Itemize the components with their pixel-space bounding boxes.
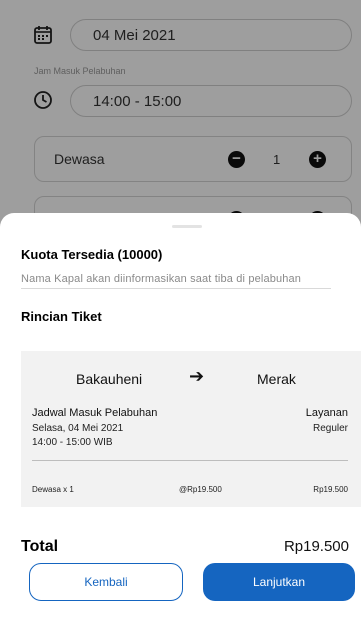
sheet-drag-handle[interactable]: [172, 225, 202, 228]
schedule-time: 14:00 - 15:00 WIB: [32, 437, 113, 448]
total-value: Rp19.500: [283, 538, 349, 555]
destination-port: Merak: [257, 371, 296, 387]
ticket-divider: [32, 460, 348, 461]
ticket-card: Bakauheni ➔ Merak Jadwal Masuk Pelabuhan…: [21, 351, 361, 507]
continue-button[interactable]: Lanjutkan: [203, 563, 355, 601]
line-total: Rp19.500: [313, 485, 348, 494]
service-value: Reguler: [312, 423, 348, 434]
back-button[interactable]: Kembali: [29, 563, 183, 601]
divider: [21, 288, 331, 289]
schedule-label: Jadwal Masuk Pelabuhan: [32, 407, 158, 419]
ship-info-text: Nama Kapal akan diinformasikan saat tiba…: [21, 273, 302, 285]
ticket-summary-sheet: Kuota Tersedia (10000) Nama Kapal akan d…: [0, 213, 361, 624]
unit-price: @Rp19.500: [179, 485, 222, 494]
total-label: Total: [21, 538, 59, 555]
ticket-details-title: Rincian Tiket: [21, 309, 102, 324]
back-button-label: Kembali: [84, 575, 128, 589]
continue-button-label: Lanjutkan: [252, 575, 306, 589]
schedule-date: Selasa, 04 Mei 2021: [32, 423, 124, 434]
modal-overlay[interactable]: [0, 0, 361, 230]
quota-title: Kuota Tersedia (10000): [21, 247, 163, 262]
arrow-right-icon: ➔: [189, 366, 205, 386]
origin-port: Bakauheni: [76, 371, 143, 387]
service-label: Layanan: [305, 407, 348, 419]
line-item-label: Dewasa x 1: [32, 485, 74, 494]
